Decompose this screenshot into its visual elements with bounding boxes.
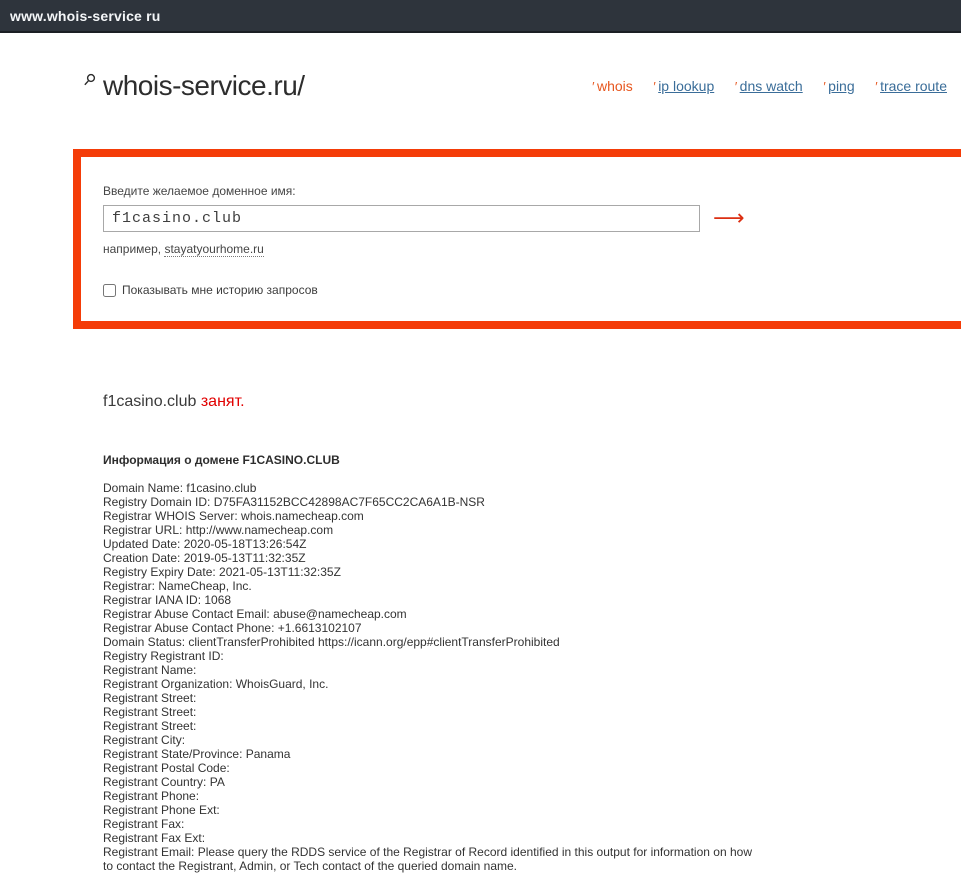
tick-icon: ′: [652, 78, 656, 94]
domain-input[interactable]: [103, 205, 700, 232]
nav-link-dns-watch[interactable]: dns watch: [740, 78, 803, 94]
domain-input-row: ⟶: [103, 205, 939, 232]
browser-url-text: www.whois-service ru: [10, 7, 161, 24]
nav-item-trace-route[interactable]: ′ trace route: [875, 78, 947, 94]
domain-input-label: Введите желаемое доменное имя:: [103, 184, 296, 198]
tick-icon: ′: [822, 78, 826, 94]
nav-link-trace-route[interactable]: trace route: [880, 78, 947, 94]
submit-arrow-button[interactable]: ⟶: [713, 207, 745, 230]
result-domain: f1casino.club: [103, 393, 197, 410]
whois-info-heading: Информация о домене F1CASINO.CLUB: [103, 453, 340, 467]
nav-link-ip-lookup[interactable]: ip lookup: [658, 78, 714, 94]
nav-link-ping[interactable]: ping: [828, 78, 854, 94]
nav-item-whois[interactable]: ′ whois: [592, 78, 633, 94]
status-badge: занят.: [200, 393, 245, 410]
tick-icon: ′: [591, 78, 594, 94]
example-hint: например, stayatyourhome.ru: [103, 242, 939, 257]
nav-link-whois[interactable]: whois: [597, 78, 633, 94]
search-icon: [83, 73, 96, 92]
history-checkbox-label[interactable]: Показывать мне историю запросов: [122, 283, 318, 297]
main-nav: ′ whois ′ ip lookup ′ dns watch ′ ping ′ trac…: [572, 78, 947, 94]
history-checkbox[interactable]: [103, 283, 116, 297]
nav-item-ping[interactable]: ′ ping: [823, 78, 855, 94]
whois-record: Domain Name: f1casino.club Registry Doma…: [103, 481, 752, 873]
history-option-row: Показывать мне историю запросов: [103, 283, 939, 297]
example-domain-link[interactable]: stayatyourhome.ru: [164, 242, 264, 257]
domain-search-panel: Введите желаемое доменное имя: ⟶ наприме…: [73, 149, 961, 329]
page-title: whois-service.ru/: [103, 70, 305, 101]
browser-title-bar: www.whois-service ru: [0, 0, 961, 33]
nav-item-dns-watch[interactable]: ′ dns watch: [734, 78, 802, 94]
site-brand: whois-service.ru/: [83, 70, 305, 102]
tick-icon: ′: [734, 78, 737, 94]
domain-status-line: f1casino.club занят.: [103, 393, 961, 411]
site-header: whois-service.ru/ ′ whois ′ ip lookup ′ dns…: [83, 70, 947, 102]
hint-prefix: например,: [103, 242, 165, 256]
tick-icon: ′: [874, 78, 878, 94]
nav-item-ip-lookup[interactable]: ′ ip lookup: [653, 78, 714, 94]
